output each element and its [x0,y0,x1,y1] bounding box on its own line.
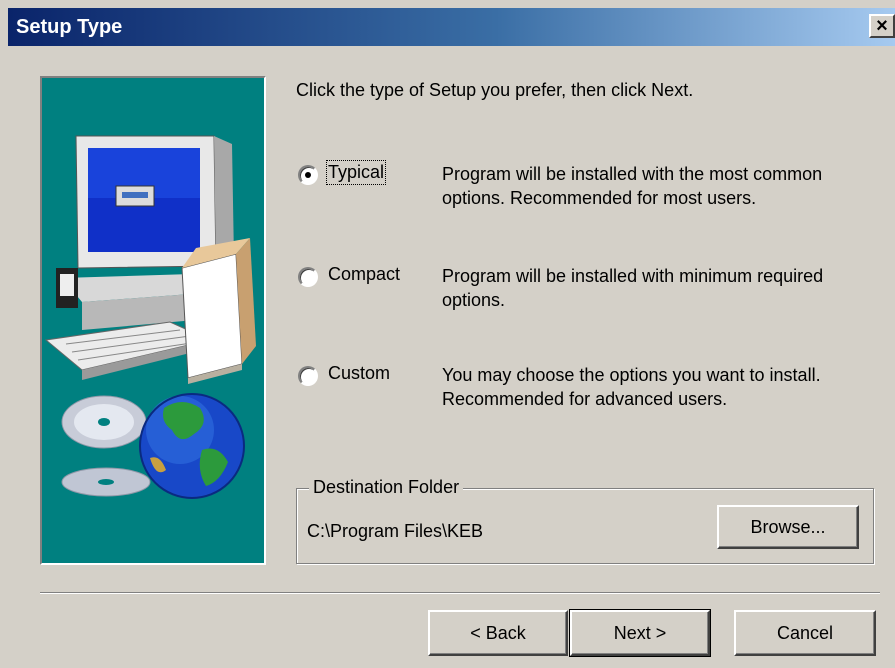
cancel-button[interactable]: Cancel [734,610,876,656]
compact-label[interactable]: Compact [328,264,400,285]
destination-path: C:\Program Files\KEB [307,521,484,541]
custom-description-line-2: Recommended for advanced users. [442,389,728,409]
browse-button[interactable]: Browse... [717,505,859,549]
box-icon [181,238,256,384]
setup-dialog: Setup Type × Click the type of Setup you… [0,0,895,668]
back-button[interactable]: < Back [428,610,568,656]
typical-description-line-1: Program will be installed with the most … [442,164,823,184]
compact-description-line-2: options. [442,290,506,310]
typical-description: Program will be installed with the most … [442,162,882,210]
typical-radio[interactable] [298,165,318,185]
compact-description: Program will be installed with minimum r… [442,264,882,312]
typical-description-line-2: options. Recommended for most users. [442,188,757,208]
option-custom[interactable]: Custom You may choose the options you wa… [298,361,878,421]
close-icon: × [876,15,888,37]
destination-folder-group: Destination Folder C:\Program Files\KEB … [296,477,874,564]
setup-illustration [40,76,266,565]
option-typical[interactable]: Typical Program will be installed with t… [298,160,878,220]
window-title: Setup Type [16,15,123,38]
compact-radio[interactable] [298,267,318,287]
instructions-text: Click the type of Setup you prefer, then… [296,80,694,100]
custom-label[interactable]: Custom [328,363,390,384]
option-compact[interactable]: Compact Program will be installed with m… [298,262,878,322]
close-button[interactable]: × [869,14,895,38]
compact-description-line-1: Program will be installed with minimum r… [442,266,824,286]
custom-description: You may choose the options you want to i… [442,363,882,411]
destination-folder-legend: Destination Folder [309,477,464,498]
custom-radio[interactable] [298,366,318,386]
typical-label[interactable]: Typical [325,160,387,185]
title-bar: Setup Type × [8,8,895,46]
custom-description-line-1: You may choose the options you want to i… [442,365,821,385]
next-button[interactable]: Next > [569,609,711,657]
cd-icon [61,395,151,497]
globe-icon [139,393,245,499]
separator [40,592,880,594]
